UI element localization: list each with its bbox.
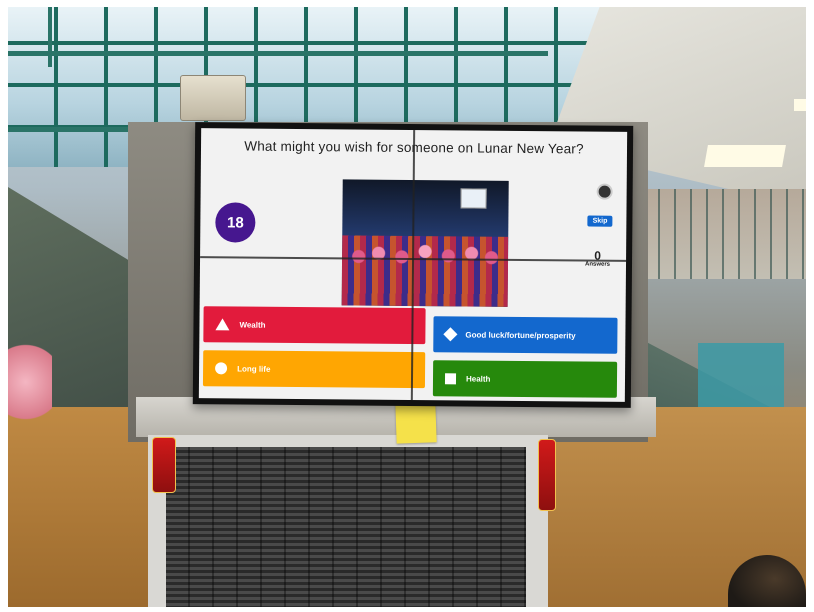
- roof-truss: [48, 7, 52, 67]
- kahoot-quiz-screen: What might you wish for someone on Lunar…: [198, 128, 628, 402]
- roof-truss: [8, 51, 548, 56]
- answer-label: Long life: [237, 363, 271, 374]
- answer-option-2[interactable]: Good luck/fortune/prosperity: [433, 316, 618, 354]
- sticky-note: [395, 402, 437, 444]
- answer-label: Health: [465, 373, 491, 384]
- square-icon: [444, 372, 457, 384]
- sound-icon[interactable]: [596, 183, 613, 200]
- countdown-timer: 18: [215, 202, 256, 243]
- circle-icon: [215, 362, 228, 375]
- rolling-shutter: [166, 447, 526, 607]
- answer-option-4[interactable]: Health: [432, 360, 618, 398]
- answer-option-3[interactable]: Long life: [202, 350, 426, 389]
- tv-screen: What might you wish for someone on Lunar…: [192, 122, 634, 408]
- ceiling-light: [794, 99, 806, 111]
- balcony-railing: [628, 189, 806, 279]
- diamond-icon: [443, 327, 458, 342]
- triangle-icon: [215, 318, 230, 331]
- pink-decoration: [8, 337, 52, 427]
- answer-label: Good luck/fortune/prosperity: [465, 329, 576, 340]
- skip-button[interactable]: Skip: [587, 215, 613, 227]
- ceiling-light: [704, 145, 786, 167]
- photo-scene: What might you wish for someone on Lunar…: [8, 7, 806, 607]
- billboard: [460, 188, 487, 209]
- answers-label: Answers: [584, 261, 611, 268]
- answer-label: Wealth: [239, 319, 266, 330]
- speaker: [180, 75, 246, 121]
- question-image: [341, 179, 509, 307]
- red-lantern: [152, 437, 176, 493]
- lantern-parade: [341, 235, 509, 307]
- red-lantern: [538, 439, 556, 511]
- answer-option-1[interactable]: Wealth: [203, 306, 426, 345]
